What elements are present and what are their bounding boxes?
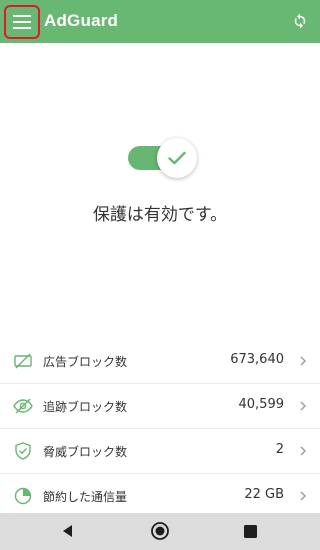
app-title: AdGuard [44, 11, 119, 30]
protection-status-text: 保護は有効です。 [92, 205, 228, 225]
menu-button[interactable] [4, 5, 40, 39]
recent-apps-icon[interactable] [244, 525, 257, 538]
data-saved-pie-icon [13, 486, 33, 506]
top-app-bar: AdGuard [0, 0, 320, 43]
system-nav-bar [0, 513, 320, 550]
stat-row-trackers-blocked[interactable]: 追跡ブロック数 40,599 [0, 384, 320, 429]
chevron-right-icon [300, 401, 306, 411]
protection-toggle-knob [157, 138, 197, 178]
home-icon[interactable] [150, 521, 170, 541]
hamburger-menu-icon [13, 15, 31, 29]
stat-value: 40,599 [238, 397, 285, 412]
app-screen: AdGuard 保護は有効です。 広告ブロック数 673,640 追跡ブロック数… [0, 0, 320, 550]
stat-label: 節約した通信量 [43, 490, 128, 504]
stat-label: 脅威ブロック数 [43, 445, 128, 459]
back-icon[interactable] [60, 523, 76, 539]
chevron-right-icon [300, 491, 306, 501]
refresh-icon [294, 13, 306, 29]
chevron-right-icon [300, 446, 306, 456]
stat-label: 広告ブロック数 [43, 355, 128, 369]
refresh-button[interactable] [289, 10, 311, 32]
tracking-block-icon [13, 396, 33, 416]
stat-value: 22 GB [244, 487, 284, 502]
stats-list: 広告ブロック数 673,640 追跡ブロック数 40,599 脅威ブロック数 2… [0, 339, 320, 519]
stat-value: 2 [275, 442, 284, 457]
protection-toggle[interactable] [125, 138, 197, 180]
stat-row-ads-blocked[interactable]: 広告ブロック数 673,640 [0, 339, 320, 384]
threat-shield-icon [13, 441, 33, 461]
chevron-right-icon [300, 356, 306, 366]
ad-block-icon [13, 351, 33, 371]
stat-value: 673,640 [230, 352, 284, 367]
stat-row-threats-blocked[interactable]: 脅威ブロック数 2 [0, 429, 320, 474]
stat-label: 追跡ブロック数 [43, 400, 128, 414]
checkmark-icon [168, 151, 186, 165]
